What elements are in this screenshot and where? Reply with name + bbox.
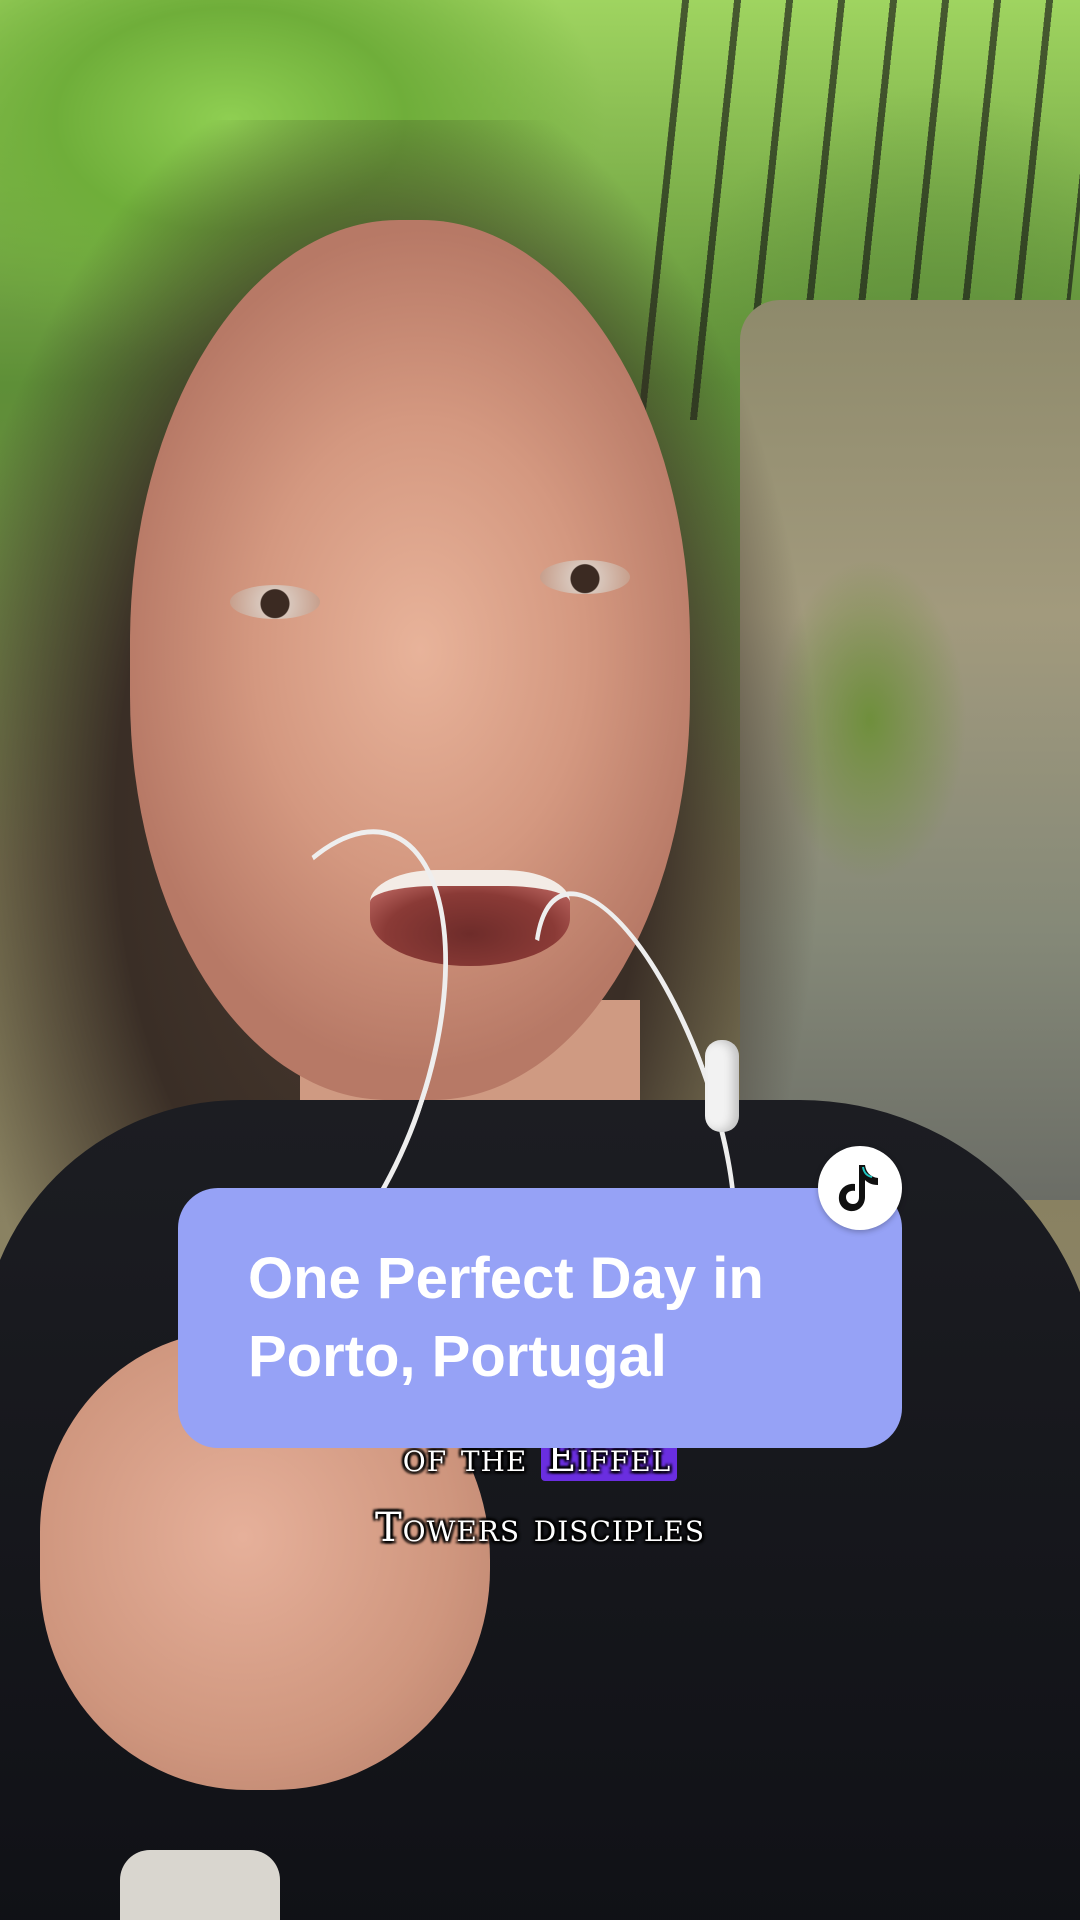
tiktok-icon: [838, 1165, 878, 1212]
video-frame[interactable]: [0, 0, 1080, 1920]
title-line-1: One Perfect Day in: [248, 1246, 764, 1311]
left-eye: [230, 585, 320, 619]
earbud: [705, 1040, 739, 1132]
right-eye: [540, 560, 630, 594]
title-line-2: Porto, Portugal: [248, 1324, 667, 1389]
wrist-watch: [120, 1850, 280, 1920]
caption-line-2: Towers disciples: [374, 1505, 706, 1551]
tiktok-badge[interactable]: [818, 1146, 902, 1230]
title-card: One Perfect Day in Porto, Portugal: [178, 1188, 902, 1448]
